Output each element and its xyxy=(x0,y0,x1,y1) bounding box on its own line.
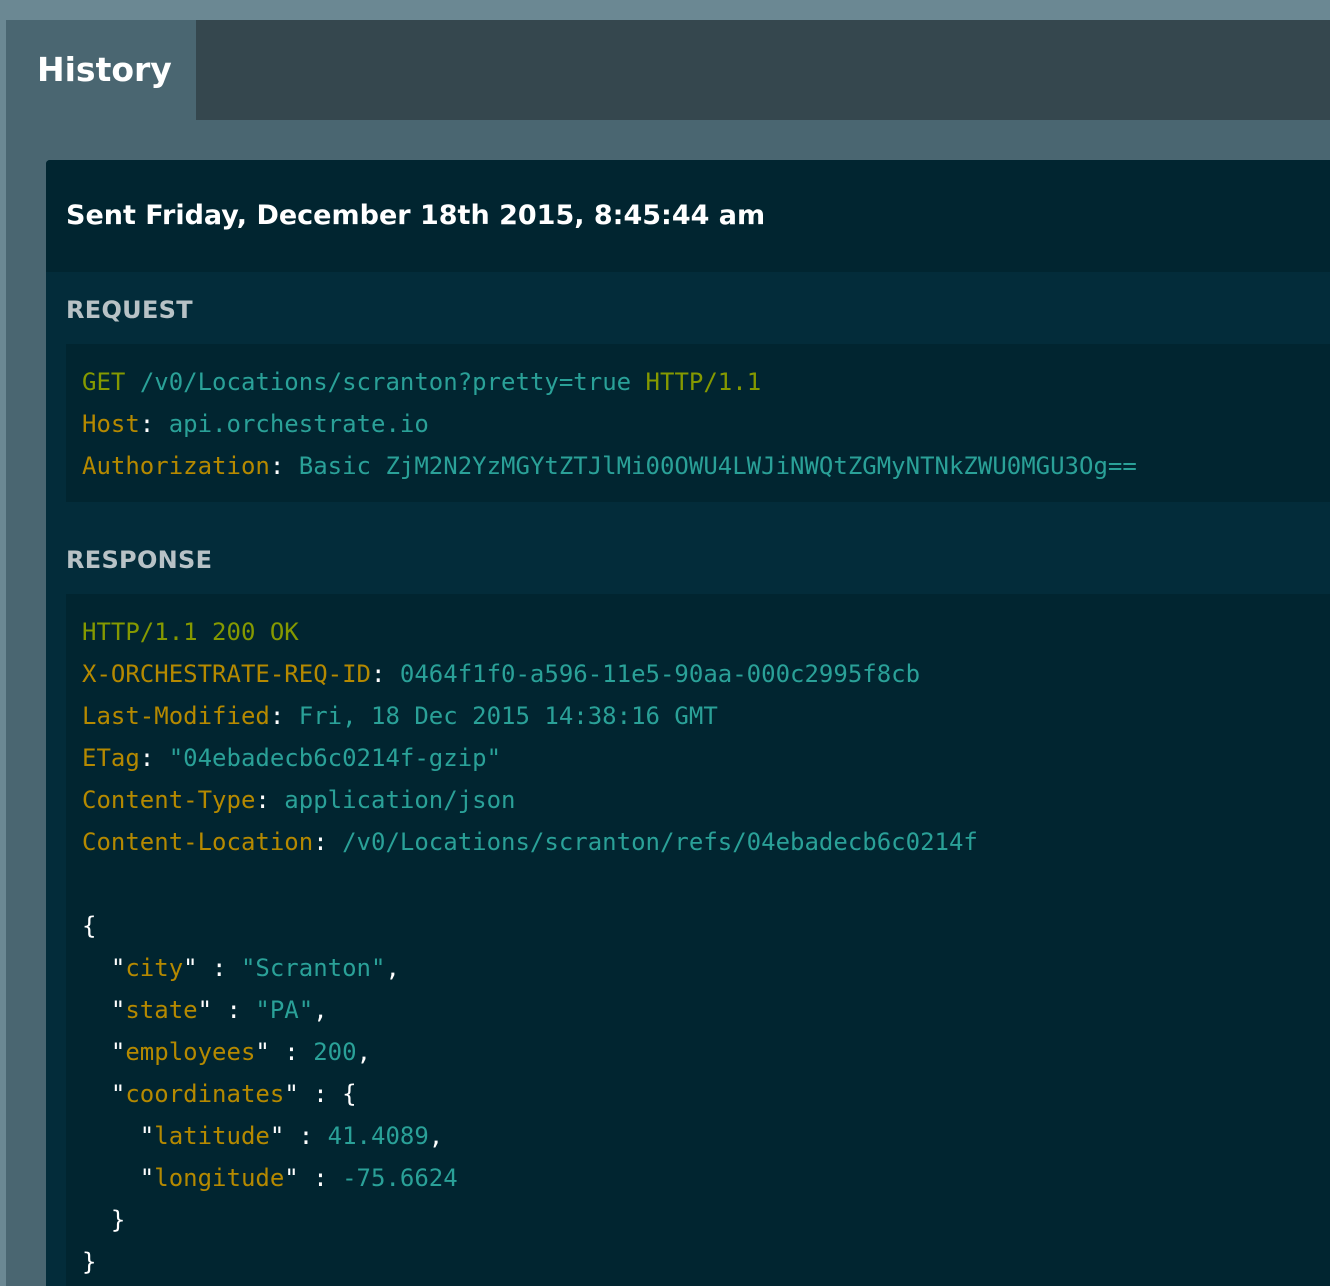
request-code-block: GET /v0/Locations/scranton?pretty=true H… xyxy=(66,344,1330,502)
json-key: coordinates xyxy=(125,1080,285,1108)
json-key: state xyxy=(125,996,198,1024)
response-header: Content-Location: /v0/Locations/scranton… xyxy=(82,828,978,856)
tab-history[interactable]: History xyxy=(6,20,196,120)
header-value: api.orchestrate.io xyxy=(168,410,429,438)
json-key: longitude xyxy=(154,1164,285,1192)
request-header-authorization: Authorization: Basic ZjM2N2YzMGYtZTJlMi0… xyxy=(82,452,1137,480)
response-header: Content-Type: application/json xyxy=(82,786,516,814)
request-header-host: Host: api.orchestrate.io xyxy=(82,410,429,438)
json-key: latitude xyxy=(154,1122,270,1150)
header-name: Authorization xyxy=(82,452,270,480)
json-key: employees xyxy=(125,1038,256,1066)
history-window: History Sent Friday, December 18th 2015,… xyxy=(6,20,1330,1286)
response-header: Last-Modified: Fri, 18 Dec 2015 14:38:16… xyxy=(82,702,718,730)
header-name: ETag xyxy=(82,744,140,772)
request-protocol: HTTP/1.1 xyxy=(645,368,762,396)
json-value: "PA" xyxy=(255,996,314,1024)
tab-bar: History xyxy=(6,20,1330,120)
response-section: RESPONSE HTTP/1.1 200 OK X-ORCHESTRATE-RE… xyxy=(46,522,1330,1286)
header-value: Basic ZjM2N2YzMGYtZTJlMi00OWU4LWJiNWQtZG… xyxy=(298,452,1137,480)
json-latitude: "latitude" : 41.4089, xyxy=(82,1122,444,1150)
response-code-block: HTTP/1.1 200 OK X-ORCHESTRATE-REQ-ID: 046… xyxy=(66,594,1330,1286)
header-name: X-ORCHESTRATE-REQ-ID xyxy=(82,660,371,688)
json-value: "Scranton" xyxy=(240,954,386,982)
json-key: city xyxy=(125,954,184,982)
json-value: -75.6624 xyxy=(342,1164,458,1192)
header-value: "04ebadecb6c0214f-gzip" xyxy=(168,744,502,772)
header-name: Content-Location xyxy=(82,828,314,856)
json-value: 200 xyxy=(313,1038,357,1066)
header-value: application/json xyxy=(284,786,516,814)
header-value: Fri, 18 Dec 2015 14:38:16 GMT xyxy=(298,702,718,730)
json-employees: "employees" : 200, xyxy=(82,1038,372,1066)
json-close-brace-inner: } xyxy=(82,1206,126,1234)
request-path: /v0/Locations/scranton?pretty=true xyxy=(139,368,632,396)
request-title: REQUEST xyxy=(66,296,193,324)
json-value: 41.4089 xyxy=(327,1122,429,1150)
header-name: Host xyxy=(82,410,140,438)
header-name: Last-Modified xyxy=(82,702,270,730)
response-title: RESPONSE xyxy=(66,546,213,574)
request-line: GET /v0/Locations/scranton?pretty=true H… xyxy=(82,361,1330,403)
json-state: "state" : "PA", xyxy=(82,996,328,1024)
json-longitude: "longitude" : -75.6624 xyxy=(82,1164,458,1192)
header-value: /v0/Locations/scranton/refs/04ebadecb6c0… xyxy=(342,828,978,856)
history-entry: Sent Friday, December 18th 2015, 8:45:44… xyxy=(46,160,1330,1286)
sent-timestamp: Sent Friday, December 18th 2015, 8:45:44… xyxy=(46,160,1330,272)
response-status-line: HTTP/1.1 200 OK xyxy=(82,618,299,646)
response-header: X-ORCHESTRATE-REQ-ID: 0464f1f0-a596-11e5… xyxy=(82,660,921,688)
json-coordinates: "coordinates" : { xyxy=(82,1080,357,1108)
header-name: Content-Type xyxy=(82,786,256,814)
header-value: 0464f1f0-a596-11e5-90aa-000c2995f8cb xyxy=(399,660,921,688)
request-method: GET xyxy=(82,368,126,396)
response-header: ETag: "04ebadecb6c0214f-gzip" xyxy=(82,744,502,772)
request-section: REQUEST GET /v0/Locations/scranton?prett… xyxy=(46,272,1330,502)
json-city: "city" : "Scranton", xyxy=(82,954,400,982)
json-close-brace: } xyxy=(82,1248,97,1276)
json-open-brace: { xyxy=(82,912,97,940)
